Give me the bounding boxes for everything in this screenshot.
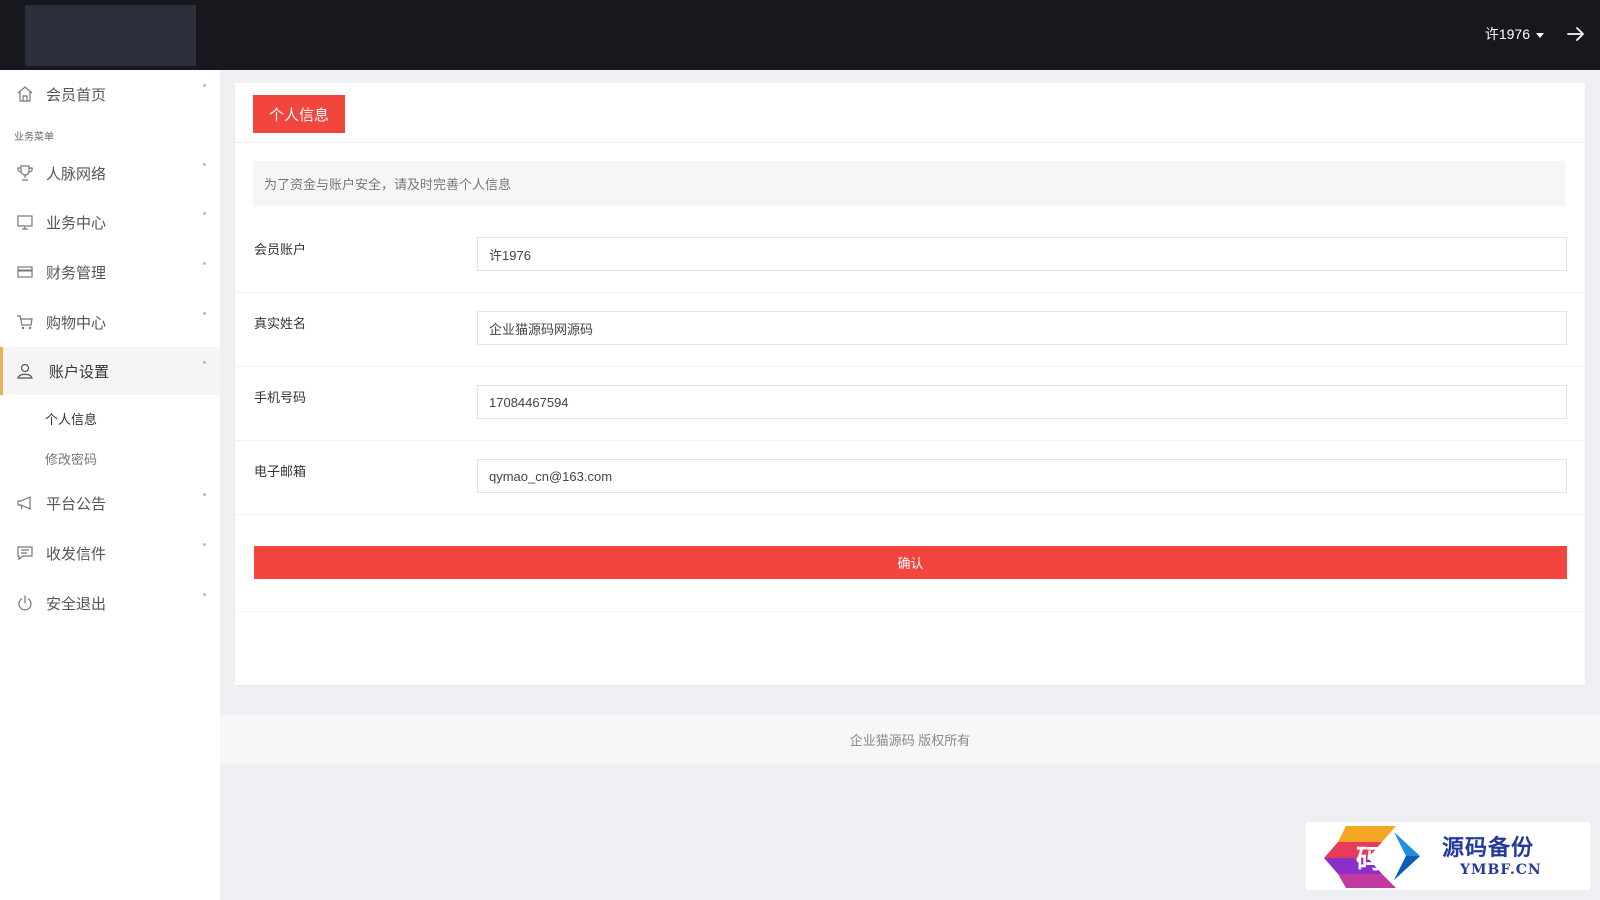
tab-profile[interactable]: 个人信息 <box>253 95 345 133</box>
sidebar-item-label: 收发信件 <box>46 545 107 563</box>
sidebar-subitem-change-password[interactable]: 修改密码 <box>45 449 97 468</box>
watermark-en: YMBF.CN <box>1460 862 1542 878</box>
form-row-account: 会员账户 <box>235 219 1585 293</box>
watermark-emblem: 码 <box>1324 826 1420 888</box>
sidebar-item-business[interactable]: 业务中心 <box>0 198 220 246</box>
email-field[interactable] <box>477 459 1567 493</box>
copyright-text: 企业猫源码 版权所有 <box>849 732 971 748</box>
watermark-logo: 码 源码备份 YMBF.CN <box>1306 822 1590 890</box>
phone-field[interactable] <box>477 385 1567 419</box>
field-label: 会员账户 <box>254 242 307 257</box>
profile-card: 个人信息 为了资金与账户安全，请及时完善个人信息 会员账户 真实姓名 手机号码 … <box>235 83 1585 685</box>
watermark-glyph: 码 <box>1356 845 1382 875</box>
confirm-button[interactable]: 确认 <box>254 546 1567 579</box>
divider <box>235 611 1585 612</box>
top-header: 许1976 <box>0 0 1600 70</box>
form-row-phone: 手机号码 <box>235 367 1585 441</box>
expand-marker <box>203 312 206 315</box>
power-icon <box>18 595 32 611</box>
user-icon <box>17 363 33 379</box>
expand-marker <box>203 84 206 87</box>
sidebar: 会员首页 业务菜单 人脉网络 业务中心 财务管理 购物中心 账户设置 个人信息 … <box>0 70 220 900</box>
card-header: 个人信息 <box>235 83 1585 143</box>
sidebar-item-label: 会员首页 <box>46 86 107 104</box>
section-label: 业务菜单 <box>14 132 54 143</box>
sidebar-item-logout[interactable]: 安全退出 <box>0 579 220 627</box>
sidebar-item-label: 安全退出 <box>46 595 107 613</box>
message-icon <box>17 546 33 561</box>
cart-icon <box>17 315 33 330</box>
sidebar-item-network[interactable]: 人脉网络 <box>0 149 220 197</box>
sidebar-item-label: 人脉网络 <box>46 165 107 183</box>
sidebar-item-finance[interactable]: 财务管理 <box>0 248 220 296</box>
expand-marker <box>203 493 206 496</box>
sidebar-item-home[interactable]: 会员首页 <box>0 70 220 118</box>
expand-marker <box>203 163 206 166</box>
username-label: 许1976 <box>1484 26 1530 42</box>
expand-marker <box>203 361 206 364</box>
expand-marker <box>203 593 206 596</box>
sidebar-item-label: 账户设置 <box>49 363 110 381</box>
footer: 企业猫源码 版权所有 <box>220 715 1600 763</box>
sidebar-item-label: 平台公告 <box>46 495 107 513</box>
sidebar-item-label: 购物中心 <box>46 314 107 332</box>
real-name-field[interactable] <box>477 311 1567 345</box>
sidebar-item-shop[interactable]: 购物中心 <box>0 298 220 346</box>
sidebar-subitem-profile[interactable]: 个人信息 <box>45 409 97 428</box>
field-label: 真实姓名 <box>254 316 307 331</box>
trophy-icon <box>17 165 33 181</box>
home-icon <box>17 86 33 102</box>
sidebar-item-label: 财务管理 <box>46 264 107 282</box>
expand-marker <box>203 262 206 265</box>
watermark-cn: 源码备份 <box>1442 835 1535 861</box>
chevron-down-icon <box>1536 32 1544 38</box>
monitor-icon <box>17 215 33 230</box>
account-field[interactable] <box>477 237 1567 271</box>
sidebar-item-announcements[interactable]: 平台公告 <box>0 479 220 527</box>
field-label: 手机号码 <box>254 390 307 405</box>
sidebar-item-messages[interactable]: 收发信件 <box>0 529 220 577</box>
expand-marker <box>203 212 206 215</box>
user-menu[interactable]: 许1976 <box>1485 24 1544 44</box>
field-label: 电子邮箱 <box>254 464 307 479</box>
form-row-email: 电子邮箱 <box>235 441 1585 515</box>
megaphone-icon <box>17 496 31 510</box>
form-row-real-name: 真实姓名 <box>235 293 1585 367</box>
logo[interactable] <box>25 5 196 66</box>
expand-marker <box>203 543 206 546</box>
card-icon <box>17 266 33 278</box>
arrow-right-icon[interactable] <box>1564 22 1588 46</box>
sidebar-item-label: 业务中心 <box>46 214 107 232</box>
security-notice: 为了资金与账户安全，请及时完善个人信息 <box>253 161 1565 206</box>
sidebar-item-account-settings[interactable]: 账户设置 <box>0 347 220 395</box>
